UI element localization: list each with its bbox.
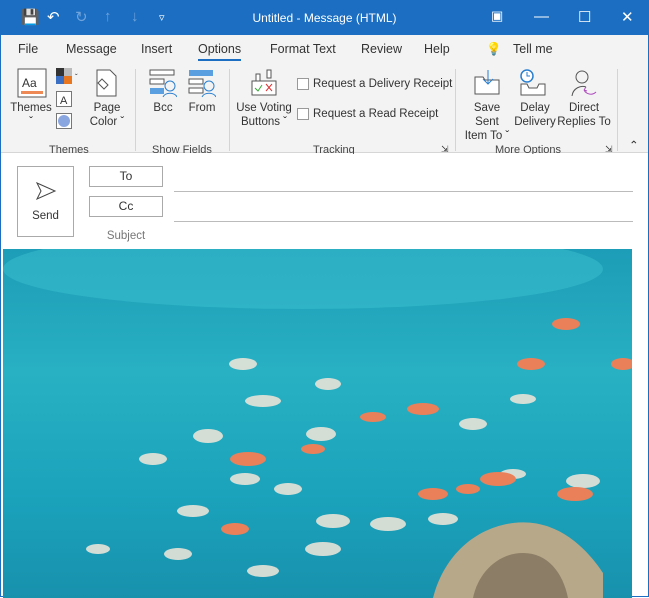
title-bar: 💾 ↶ ↻ ↑ ↓ ▿ Untitled - Message (HTML) ▣ …: [1, 1, 648, 35]
lightbulb-icon: 💡: [486, 42, 502, 56]
read-receipt-label[interactable]: Request a Read Receipt: [313, 107, 438, 121]
collapse-ribbon-icon[interactable]: ⌃: [629, 139, 639, 153]
tab-message[interactable]: Message: [66, 42, 117, 56]
maximize-button[interactable]: ☐: [578, 8, 591, 26]
minimize-button[interactable]: —: [534, 8, 549, 25]
tab-format-text[interactable]: Format Text: [270, 42, 336, 56]
themes-button[interactable]: Themes ˇ: [9, 101, 53, 129]
close-button[interactable]: ✕: [621, 8, 634, 26]
cc-button[interactable]: Cc: [89, 196, 163, 217]
fonts-icon[interactable]: A: [56, 91, 72, 107]
tab-file[interactable]: File: [18, 42, 38, 56]
tab-review[interactable]: Review: [361, 42, 402, 56]
voting-label-2: Buttons: [240, 116, 280, 128]
voting-icon[interactable]: [250, 69, 278, 97]
ribbon: Aa Themes ˇ A ˇ Page Color ˇ Themes Bcc Fr…: [1, 63, 648, 156]
divider: [229, 69, 230, 151]
tab-options[interactable]: Options: [198, 42, 242, 61]
direct-label: Direct: [568, 102, 600, 114]
bcc-icon[interactable]: [149, 68, 177, 98]
from-button[interactable]: From: [184, 101, 220, 115]
delay-label-2: Delivery: [514, 116, 556, 128]
effects-icon[interactable]: [56, 113, 72, 129]
direct-label-2: Replies To: [557, 116, 611, 128]
delay-label: Delay: [520, 102, 550, 114]
divider: [135, 69, 136, 151]
cc-input[interactable]: [174, 221, 633, 222]
read-receipt-checkbox[interactable]: [297, 108, 309, 120]
message-body-image[interactable]: [3, 249, 632, 598]
delay-delivery-button[interactable]: Delay Delivery: [514, 101, 556, 129]
save-sent-item-button[interactable]: Save Sent Item To ˇ: [461, 101, 513, 143]
send-label: Send: [32, 210, 59, 222]
save-sent-item-icon[interactable]: [473, 69, 501, 97]
svg-text:Aa: Aa: [22, 76, 37, 90]
voting-label: Use Voting: [236, 102, 292, 114]
tell-me-search[interactable]: Tell me: [513, 42, 553, 56]
delivery-receipt-checkbox[interactable]: [297, 78, 309, 90]
page-color-button[interactable]: Page Color ˇ: [85, 101, 129, 129]
page-color-label-2: Color: [89, 116, 118, 128]
send-icon: [35, 181, 56, 201]
direct-replies-button[interactable]: Direct Replies To: [557, 101, 611, 129]
themes-label: Themes: [10, 102, 52, 114]
to-input[interactable]: [174, 191, 633, 192]
colors-icon[interactable]: [56, 68, 72, 84]
chevron-down-icon[interactable]: ˇ: [75, 71, 78, 85]
divider: [455, 69, 456, 151]
bcc-button[interactable]: Bcc: [146, 101, 180, 115]
save-sent-label: Save Sent: [473, 102, 501, 128]
themes-icon[interactable]: Aa: [17, 68, 47, 98]
from-icon[interactable]: [188, 68, 216, 98]
page-color-icon[interactable]: [94, 69, 118, 97]
subject-label: Subject: [106, 230, 146, 242]
divider: [617, 69, 618, 151]
send-button[interactable]: Send: [17, 166, 74, 237]
direct-replies-icon[interactable]: [570, 68, 598, 98]
to-button[interactable]: To: [89, 166, 163, 187]
delay-delivery-icon[interactable]: [519, 68, 547, 98]
window-title: Untitled - Message (HTML): [252, 11, 397, 25]
tab-help[interactable]: Help: [424, 42, 450, 56]
compose-header: Send To Cc Subject: [1, 154, 648, 249]
page-color-label: Page: [93, 102, 121, 114]
use-voting-buttons[interactable]: Use Voting Buttons ˇ: [235, 101, 293, 129]
svg-text:A: A: [60, 95, 68, 107]
save-sent-label-2: Item To: [464, 130, 503, 142]
ribbon-tabs: File Message Insert Options Format Text …: [1, 35, 648, 63]
delivery-receipt-label[interactable]: Request a Delivery Receipt: [313, 77, 452, 91]
tab-insert[interactable]: Insert: [141, 42, 172, 56]
ribbon-display-icon[interactable]: ▣: [491, 8, 503, 24]
fish-photo: [3, 249, 632, 598]
